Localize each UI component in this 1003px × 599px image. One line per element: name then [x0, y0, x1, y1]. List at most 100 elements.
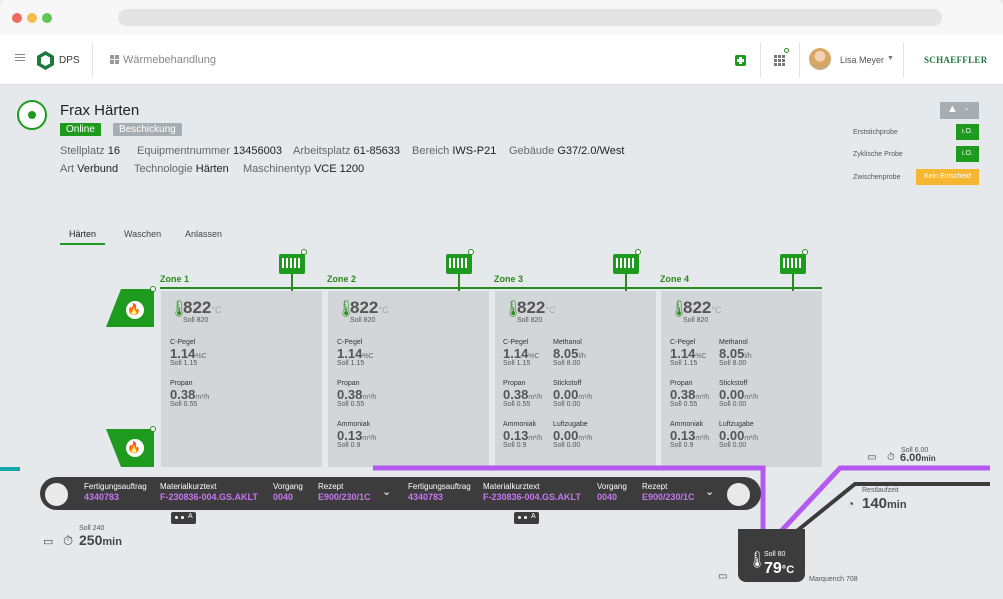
fan-icon [279, 254, 305, 274]
stickstoff-label: Stickstoff [719, 380, 748, 387]
zone-soll: Soll 820 [350, 317, 376, 324]
ammoniak-value: 0.13m³/h [503, 428, 543, 443]
zone-temp: 822°C [517, 298, 556, 317]
methanol-soll: Soll 8.00 [553, 360, 581, 367]
cpegel-label: C-Pegel [170, 339, 196, 346]
vorgang-label: Vorgang [597, 482, 627, 491]
tab-anlassen[interactable]: Anlassen [185, 229, 222, 239]
propan-label: Propan [170, 380, 193, 387]
load-tag-icon[interactable]: A [514, 512, 539, 524]
sensor-dot-icon [802, 249, 808, 255]
propan-value: 0.38m³/h [670, 387, 710, 402]
prop-gebaeude: Gebäude G37/2.0/West [509, 145, 625, 157]
propan-value: 0.38m³/h [170, 387, 210, 402]
material-value: F-230836-004.GS.AKLT [160, 492, 258, 502]
sensor-dot-icon [150, 426, 156, 432]
methanol-value: 8.05l/h [719, 346, 752, 361]
divider [760, 43, 761, 77]
right-time: 6.00min [900, 452, 936, 464]
ammoniak-label: Ammoniak [337, 421, 371, 428]
check-result-button[interactable]: Kein Entscheid [916, 169, 979, 185]
quench-temp: 79°C [764, 560, 795, 577]
prop-maschinentyp: Maschinentyp VCE 1200 [243, 163, 365, 175]
zone-temp: 822°C [683, 298, 722, 317]
methanol-label: Methanol [553, 339, 582, 346]
methanol-label: Methanol [719, 339, 748, 346]
status-badge-online: Online [60, 123, 101, 136]
prop-equipmentnummer: Equipmentnummer 13456003 [137, 145, 282, 157]
left-time: 250min [79, 532, 122, 548]
tray-icon: ▭ [867, 452, 877, 463]
vorgang-value: 0040 [273, 492, 294, 502]
rezept-value: E900/230/1C [318, 492, 371, 502]
page-title: Frax Härten [60, 102, 140, 119]
address-bar[interactable] [118, 9, 942, 26]
minimize-window-dot[interactable] [27, 13, 37, 23]
grid-small-icon [110, 55, 119, 64]
zone-temp: 822°C [350, 298, 389, 317]
zone-title: Zone 3 [494, 274, 524, 284]
user-name[interactable]: Lisa Meyer [840, 55, 884, 65]
order-value: 4340783 [84, 492, 120, 502]
apps-grid-icon[interactable] [774, 55, 785, 66]
rest-time-label: Restlaufzeit [862, 487, 899, 494]
material-label: Materialkurztext [483, 482, 540, 491]
sensor-dot-icon [468, 249, 474, 255]
menu-icon[interactable] [15, 54, 25, 61]
cpegel-value: 1.14%C [170, 346, 207, 361]
user-dropdown-chevron-icon[interactable]: ▼ [887, 55, 894, 62]
vorgang-label: Vorgang [273, 482, 303, 491]
zone-soll: Soll 820 [517, 317, 543, 324]
conveyor-roller [725, 481, 752, 508]
cpegel-soll: Soll 1.15 [170, 360, 198, 367]
first-aid-icon[interactable] [735, 55, 746, 66]
zone-title: Zone 1 [160, 274, 190, 284]
propan-soll: Soll 0.55 [170, 401, 198, 408]
load-tag-icon[interactable]: A [171, 512, 196, 524]
stickstoff-soll: Soll 0.00 [719, 401, 747, 408]
maximize-window-dot[interactable] [42, 13, 52, 23]
order-label: Fertigungsauftrag [408, 482, 471, 491]
tray-icon: ▭ [718, 571, 728, 582]
app-logo-text: DPS [59, 55, 80, 66]
propan-value: 0.38m³/h [503, 387, 543, 402]
check-result-button[interactable]: i.O. [956, 146, 979, 162]
check-label: Erststichprobe [853, 129, 898, 136]
close-window-dot[interactable] [12, 13, 22, 23]
cpegel-label: C-Pegel [337, 339, 363, 346]
tray-icon: ▭ [43, 536, 54, 548]
zone-title: Zone 2 [327, 274, 357, 284]
status-ring-icon [17, 100, 47, 130]
rezept-label: Rezept [318, 482, 344, 491]
order-label: Fertigungsauftrag [84, 482, 147, 491]
cpegel-value: 1.14%C [337, 346, 374, 361]
rezept-label: Rezept [642, 482, 668, 491]
warning-button[interactable]: ▲ - [940, 102, 979, 119]
ammoniak-value: 0.13m³/h [337, 428, 377, 443]
propan-soll: Soll 0.55 [337, 401, 365, 408]
quench-soll: Soll 80 [764, 551, 786, 558]
breadcrumb[interactable]: Wärmebehandlung [123, 54, 216, 66]
order-expand-chevron-icon[interactable]: ⌄ [705, 485, 714, 498]
sensor-dot-icon [301, 249, 307, 255]
stickstoff-label: Stickstoff [553, 380, 582, 387]
tab-waschen[interactable]: Waschen [124, 229, 161, 239]
cpegel-soll: Soll 1.15 [503, 360, 531, 367]
divider [799, 43, 800, 77]
ammoniak-label: Ammoniak [503, 421, 537, 428]
tab-haerten[interactable]: Härten [69, 229, 96, 239]
cpegel-soll: Soll 1.15 [670, 360, 698, 367]
luftzugabe-soll: Soll 0.00 [719, 442, 747, 449]
luftzugabe-value: 0.00m³/h [553, 428, 593, 443]
quench-name: Marquench 708 [809, 576, 858, 583]
prop-arbeitsplatz: Arbeitsplatz 61-85633 [293, 145, 401, 157]
check-result-button[interactable]: i.O. [956, 124, 979, 140]
avatar[interactable] [809, 48, 831, 70]
prop-art: Art Verbund [60, 163, 119, 175]
conveyor-belt: Fertigungsauftrag 4340783 Materialkurzte… [40, 477, 761, 510]
fan-icon [446, 254, 472, 274]
order-expand-chevron-icon[interactable]: ⌄ [382, 485, 391, 498]
ammoniak-soll: Soll 0.9 [670, 442, 694, 449]
quench-tank[interactable]: 🌡 Soll 80 79°C [738, 529, 805, 582]
brand-logo: SCHAEFFLER [924, 55, 988, 65]
